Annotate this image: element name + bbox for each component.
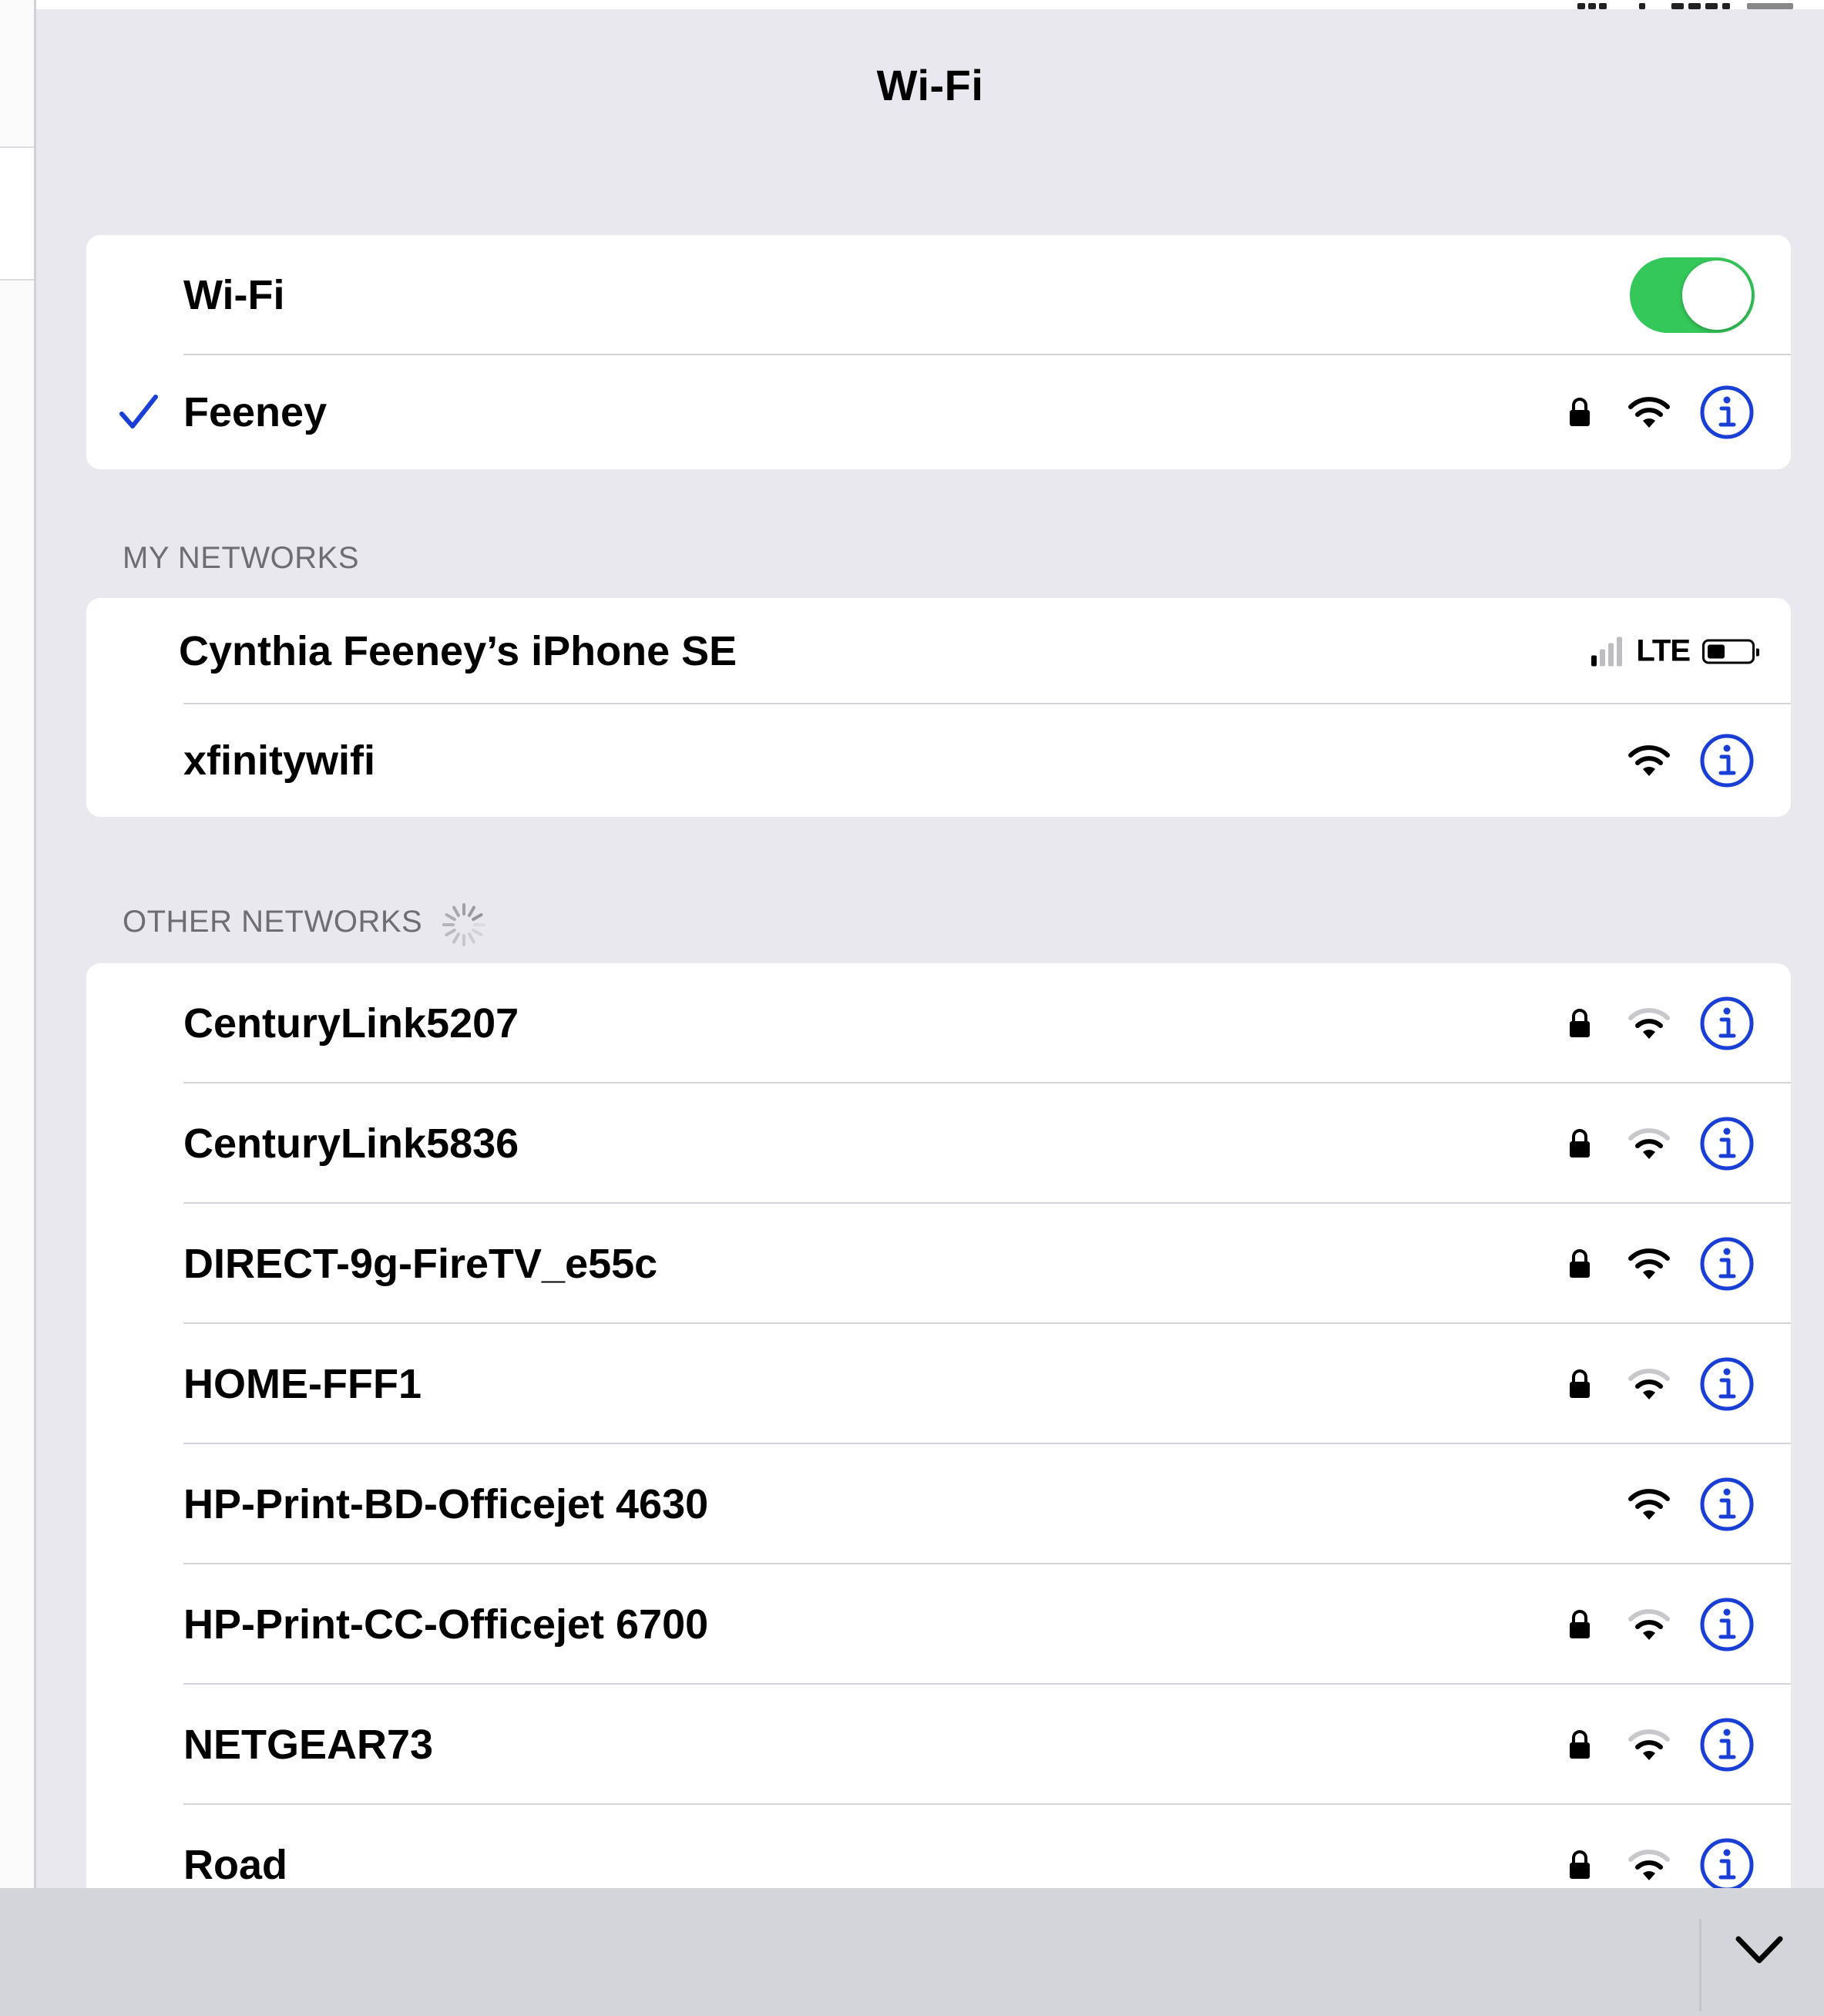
network-type-label: LTE: [1636, 633, 1691, 668]
network-row[interactable]: NETGEAR73: [86, 1685, 1791, 1805]
my-networks-header: MY NETWORKS: [123, 541, 360, 575]
network-row[interactable]: CenturyLink5207: [86, 963, 1791, 1084]
checkmark-icon: [119, 395, 158, 428]
info-icon[interactable]: [1699, 1236, 1755, 1292]
info-icon[interactable]: [1699, 1477, 1755, 1532]
wifi-icon: [1628, 1729, 1670, 1760]
info-icon[interactable]: [1699, 1837, 1755, 1893]
sidebar-edge: [0, 0, 36, 1888]
lock-icon: [1570, 1009, 1590, 1037]
other-networks-header: OTHER NETWORKS: [123, 905, 423, 939]
lock-icon: [1570, 1129, 1590, 1158]
network-row[interactable]: xfinitywifi: [86, 704, 1791, 817]
network-name: HOME-FFF1: [183, 1361, 422, 1407]
info-icon[interactable]: [1699, 1597, 1755, 1652]
network-accessories: [1568, 1717, 1755, 1772]
wifi-icon: [1628, 1850, 1670, 1880]
network-row[interactable]: DIRECT-9g-FireTV_e55c: [86, 1204, 1791, 1324]
info-icon[interactable]: [1699, 1116, 1755, 1171]
info-icon[interactable]: [1699, 1717, 1755, 1772]
network-name: HP-Print-BD-Officejet 4630: [183, 1481, 709, 1527]
wifi-group: Wi-Fi Feeney: [86, 235, 1791, 469]
network-accessories: [1568, 1116, 1755, 1171]
network-row[interactable]: HP-Print-CC-Officejet 6700: [86, 1564, 1791, 1685]
wifi-toggle-label: Wi-Fi: [183, 272, 285, 318]
network-accessories: [1568, 1837, 1755, 1893]
wifi-icon: [1628, 1489, 1670, 1520]
wifi-icon: [1628, 1128, 1670, 1159]
wifi-icon: [1628, 745, 1670, 776]
network-row[interactable]: HOME-FFF1: [86, 1324, 1791, 1444]
network-row[interactable]: HP-Print-BD-Officejet 4630: [86, 1444, 1791, 1564]
lock-icon: [1570, 398, 1590, 426]
network-row[interactable]: CenturyLink5836: [86, 1084, 1791, 1204]
network-accessories: [1568, 1597, 1755, 1652]
signal-bar: [1608, 643, 1614, 666]
hotspot-row[interactable]: Cynthia Feeney’s iPhone SE LTE: [86, 598, 1791, 704]
network-name: Road: [183, 1842, 287, 1888]
page-title: Wi-Fi: [876, 61, 984, 109]
network-accessories: [1568, 385, 1755, 440]
network-accessories: [1627, 1477, 1755, 1532]
toolbar-divider: [1699, 1919, 1701, 2011]
network-name: xfinitywifi: [183, 738, 376, 784]
other-networks-group: CenturyLink5207 CenturyLink5836 DIRECT-9g-…: [86, 963, 1791, 1925]
network-accessories: [1568, 1356, 1755, 1412]
toggle-knob: [1682, 260, 1752, 330]
cellular-signal-icon: [1591, 637, 1625, 666]
network-name: CenturyLink5207: [183, 1000, 519, 1047]
lock-icon: [1570, 1249, 1590, 1278]
lock-icon: [1570, 1610, 1590, 1638]
info-icon[interactable]: [1699, 1356, 1755, 1412]
network-name: HP-Print-CC-Officejet 6700: [183, 1601, 709, 1648]
network-accessories: [1627, 733, 1755, 788]
wifi-icon: [1628, 1609, 1670, 1640]
chevron-down-icon[interactable]: [1734, 1933, 1785, 1967]
info-icon[interactable]: [1699, 733, 1755, 788]
network-accessories: [1568, 1236, 1755, 1292]
wifi-icon: [1628, 1008, 1670, 1039]
network-accessories: [1568, 996, 1755, 1051]
connected-network-name: Feeney: [183, 389, 328, 435]
connected-network-row[interactable]: Feeney: [86, 355, 1791, 469]
my-networks-group: Cynthia Feeney’s iPhone SE LTE xfinitywi…: [86, 598, 1791, 817]
signal-bar: [1591, 655, 1597, 666]
wifi-icon: [1628, 1369, 1670, 1399]
lock-icon: [1570, 1730, 1590, 1759]
wifi-icon: [1628, 1248, 1670, 1279]
spinner-icon: [442, 903, 485, 946]
wifi-toggle-row: Wi-Fi: [86, 235, 1791, 355]
hotspot-status: LTE: [1591, 633, 1759, 669]
signal-bar: [1600, 649, 1606, 666]
network-name: NETGEAR73: [183, 1722, 434, 1768]
wifi-toggle[interactable]: [1630, 257, 1755, 333]
network-name: DIRECT-9g-FireTV_e55c: [183, 1241, 658, 1287]
wifi-icon: [1628, 397, 1670, 428]
hotspot-name: Cynthia Feeney’s iPhone SE: [179, 628, 737, 674]
bottom-toolbar: [0, 1888, 1824, 2016]
network-name: CenturyLink5836: [183, 1121, 519, 1167]
info-icon[interactable]: [1699, 385, 1755, 440]
signal-bar: [1617, 637, 1623, 666]
info-icon[interactable]: [1699, 996, 1755, 1051]
status-indicators: [1577, 0, 1824, 14]
battery-icon: [1702, 639, 1759, 664]
sidebar-selected-row: [0, 146, 34, 281]
lock-icon: [1570, 1369, 1590, 1398]
lock-icon: [1570, 1850, 1590, 1879]
status-bar: [36, 0, 1824, 9]
